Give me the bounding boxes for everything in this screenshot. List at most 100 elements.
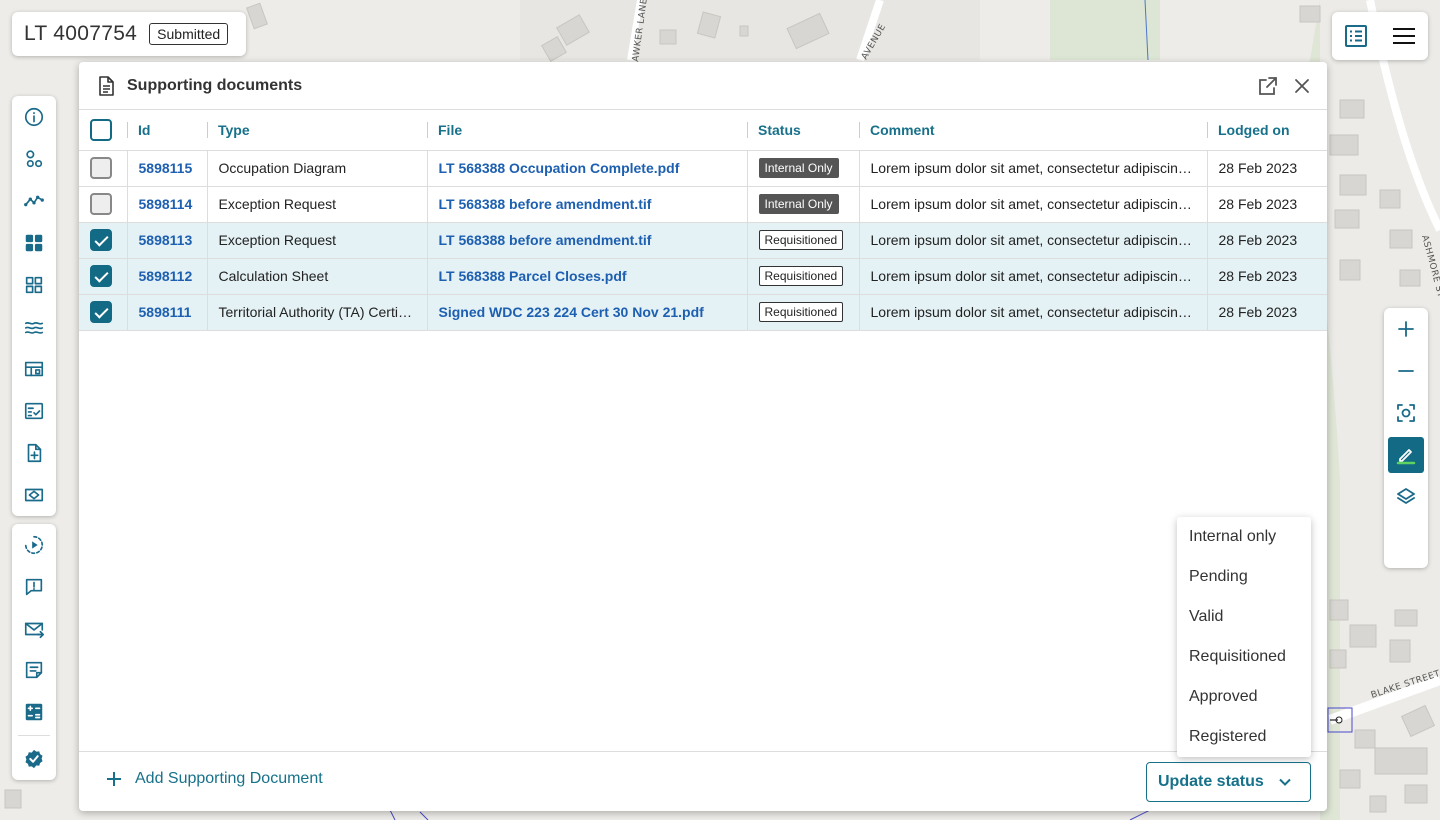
document-id-link[interactable]: 5898114 [139,196,193,212]
title-card: LT 4007754 Submitted [12,12,246,56]
cell-file: LT 568388 Parcel Closes.pdf [426,258,747,295]
document-id-link[interactable]: 5898111 [139,304,192,320]
chevron-down-icon [1279,778,1291,786]
cell-status: Internal Only [746,150,859,187]
select-all-cell [79,110,127,151]
table-header-row: Id Type File Status Comment Lodged on [79,110,1327,151]
panel-footer: Add Supporting Document Update status [79,751,1327,811]
survey-icon[interactable] [12,474,56,516]
table-row[interactable]: 5898112 Calculation Sheet LT 568388 Parcel… [79,258,1327,295]
file-link[interactable]: LT 568388 before amendment.tif [439,232,652,248]
document-id-link[interactable]: 5898113 [139,232,193,248]
cell-file: LT 568388 before amendment.tif [426,186,747,223]
cell-lodged-on: 28 Feb 2023 [1206,258,1327,295]
row-checkbox[interactable] [90,193,112,215]
notes-icon[interactable] [12,649,56,691]
status-badge: Submitted [149,23,229,45]
select-all-checkbox[interactable] [90,118,112,141]
column-header-type[interactable]: Type [207,110,427,151]
row-select-cell [79,258,127,295]
column-header-lodged-on[interactable]: Lodged on [1207,110,1327,151]
left-toolbar-bottom [12,524,56,780]
status-option-valid[interactable]: Valid [1177,597,1311,637]
row-checkbox[interactable] [90,229,112,251]
zoom-extent-icon[interactable] [1384,392,1428,434]
status-option-requisitioned[interactable]: Requisitioned [1177,637,1311,677]
status-option-registered[interactable]: Registered [1177,717,1311,757]
cell-type: Exception Request [206,186,427,223]
verified-icon[interactable] [12,738,56,780]
status-option-approved[interactable]: Approved [1177,677,1311,717]
open-external-icon[interactable] [1257,75,1279,97]
add-supporting-document-button[interactable]: Add Supporting Document [105,770,323,788]
zoom-out-icon[interactable] [1384,350,1428,392]
map-controls [1384,308,1428,568]
checklist-icon[interactable] [12,390,56,432]
row-checkbox[interactable] [90,157,112,179]
column-header-file[interactable]: File [427,110,747,151]
table-row[interactable]: 5898115 Occupation Diagram LT 568388 Occup… [79,150,1327,187]
table-row[interactable]: 5898111 Territorial Authority (TA) Certif… [79,294,1327,331]
layout-icon[interactable] [12,348,56,390]
cell-status: Requisitioned [746,294,859,331]
update-status-label: Update status [1158,773,1264,790]
water-icon[interactable] [12,306,56,348]
row-select-cell [79,294,127,331]
table-row[interactable]: 5898114 Exception Request LT 568388 before… [79,186,1327,223]
status-option-pending[interactable]: Pending [1177,557,1311,597]
cell-lodged-on: 28 Feb 2023 [1206,150,1327,187]
top-right-toolbar [1332,12,1428,60]
panel-title: Supporting documents [127,76,303,94]
file-link[interactable]: LT 568388 Occupation Complete.pdf [439,160,680,176]
document-id-link[interactable]: 5898112 [139,268,193,284]
traverse-icon[interactable] [12,180,56,222]
grid-icon[interactable] [12,264,56,306]
file-link[interactable]: LT 568388 before amendment.tif [439,196,652,212]
column-header-id[interactable]: Id [127,110,207,151]
file-link[interactable]: LT 568388 Parcel Closes.pdf [439,268,627,284]
calculator-icon[interactable] [12,691,56,733]
status-tag: Requisitioned [758,266,844,286]
cell-type: Occupation Diagram [206,150,427,187]
column-header-comment[interactable]: Comment [859,110,1207,151]
file-link[interactable]: Signed WDC 223 224 Cert 30 Nov 21.pdf [439,304,704,320]
row-checkbox[interactable] [90,301,112,323]
row-checkbox[interactable] [90,265,112,287]
cell-comment: Lorem ipsum dolor sit amet, consectetur … [858,294,1207,331]
row-select-cell [79,150,127,187]
cell-comment: Lorem ipsum dolor sit amet, consectetur … [858,258,1207,295]
update-status-button[interactable]: Update status [1146,762,1311,802]
status-tag: Requisitioned [758,230,844,250]
cell-status: Internal Only [746,186,859,223]
cell-file: Signed WDC 223 224 Cert 30 Nov 21.pdf [426,294,747,331]
menu-icon[interactable] [1380,12,1428,60]
document-id-link[interactable]: 5898115 [139,160,193,176]
cell-comment: Lorem ipsum dolor sit amet, consectetur … [858,150,1207,187]
info-icon[interactable] [12,96,56,138]
zoom-in-icon[interactable] [1384,308,1428,350]
cell-lodged-on: 28 Feb 2023 [1206,186,1327,223]
supporting-documents-panel: Supporting documents Id Type File Status… [79,62,1327,811]
cell-id: 5898113 [126,222,207,259]
comment-alert-icon[interactable] [12,566,56,608]
layers-icon[interactable] [1384,476,1428,518]
page-title: LT 4007754 [24,22,138,45]
status-menu: Internal only Pending Valid Requisitione… [1177,517,1311,757]
dashboard-icon[interactable] [12,222,56,264]
row-select-cell [79,186,127,223]
cell-type: Calculation Sheet [206,258,427,295]
table-row[interactable]: 5898113 Exception Request LT 568388 before… [79,222,1327,259]
close-icon[interactable] [1291,75,1313,97]
cell-lodged-on: 28 Feb 2023 [1206,222,1327,259]
left-toolbar-top [12,96,56,516]
list-view-icon[interactable] [1332,12,1380,60]
timeline-icon[interactable] [12,524,56,566]
status-option-internal-only[interactable]: Internal only [1177,517,1311,557]
toolbar-divider [18,735,50,737]
add-document-icon[interactable] [12,432,56,474]
draw-icon[interactable] [1388,437,1424,473]
email-icon[interactable] [12,608,56,650]
documents-table: Id Type File Status Comment Lodged on 58… [79,110,1327,331]
column-header-status[interactable]: Status [747,110,859,151]
parcels-icon[interactable] [12,138,56,180]
